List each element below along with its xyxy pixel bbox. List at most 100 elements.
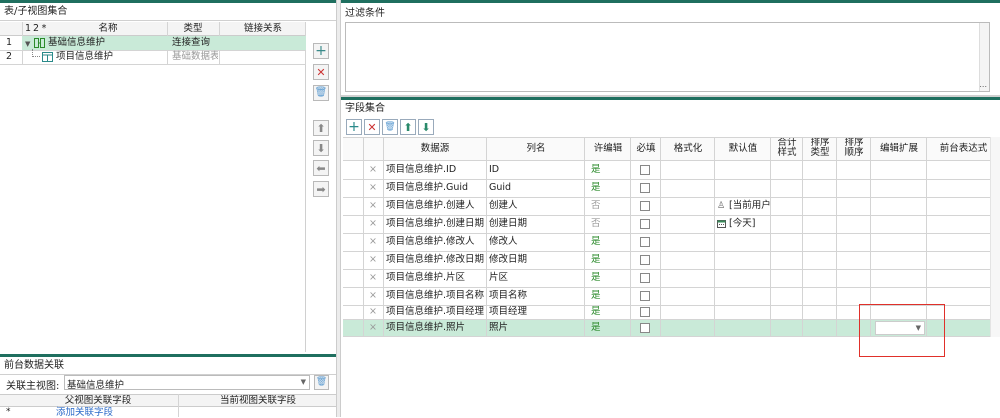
cell-editable[interactable]: 否 <box>591 197 601 215</box>
cell-default[interactable]: [今天] <box>729 215 770 233</box>
move-left-button[interactable]: ⬅ <box>313 160 329 176</box>
required-checkbox[interactable] <box>640 323 650 333</box>
required-checkbox[interactable] <box>640 237 650 247</box>
cell-editable[interactable]: 是 <box>591 161 601 179</box>
cell-column[interactable]: 片区 <box>489 269 583 287</box>
row-delete-icon[interactable]: × <box>369 161 377 179</box>
cell-source: 项目信息维护.Guid <box>386 182 469 193</box>
row-delete-icon[interactable]: × <box>369 319 377 337</box>
cell-editable[interactable]: 是 <box>591 251 601 269</box>
cell-column[interactable]: 修改日期 <box>489 251 583 269</box>
main-view-select[interactable]: 基础信息维护 ▼ <box>64 375 310 391</box>
tree-connector <box>32 49 40 57</box>
move-up-button[interactable]: ⬆ <box>313 120 329 136</box>
header-current-field[interactable]: 当前视图关联字段 <box>180 395 336 406</box>
header-idx1: 1 <box>24 23 32 34</box>
header-edit-ext[interactable]: 编辑扩展 <box>871 142 927 156</box>
header-total-line2: 样式 <box>777 147 797 158</box>
header-column[interactable]: 列名 <box>487 142 585 156</box>
ellipsis-button[interactable]: ... <box>979 80 987 89</box>
table-row[interactable]: × 项目信息维护.Guid Guid 是 <box>343 179 1000 197</box>
filter-panel-accent <box>341 0 1000 3</box>
table-row[interactable]: × 项目信息维护.创建人 创建人 否 ♙ [当前用户 <box>343 197 1000 215</box>
table-row[interactable]: × 项目信息维护.修改日期 修改日期 是 <box>343 251 1000 269</box>
chevron-down-icon: ▼ <box>300 378 306 386</box>
table-row[interactable]: × 项目信息维护.片区 片区 是 <box>343 269 1000 287</box>
cell-editable[interactable]: 是 <box>591 269 601 287</box>
required-checkbox[interactable] <box>640 165 650 175</box>
header-sort-order-line2: 顺序 <box>844 147 864 158</box>
move-right-button[interactable]: ➡ <box>313 181 329 197</box>
row-delete-icon[interactable]: × <box>369 179 377 197</box>
add-field-button[interactable]: + <box>346 119 362 135</box>
cell-source: 项目信息维护.ID <box>386 164 457 175</box>
field-up-arrow-icon[interactable]: ⬆ <box>400 119 416 135</box>
left-panel-title: 表/子视图集合 <box>0 3 336 21</box>
clear-fields-trash-icon[interactable]: 🗑 <box>382 119 398 135</box>
cell-column[interactable]: 创建人 <box>489 197 583 215</box>
new-row-star: * <box>6 407 11 417</box>
required-checkbox[interactable] <box>640 273 650 283</box>
view-table: 1 2 * 名称 类型 链接关系 1 ▼ 基础信息维护 连接查询 2 项目信息维… <box>0 22 306 352</box>
header-link[interactable]: 链接关系 <box>220 22 306 36</box>
cell-column[interactable]: 创建日期 <box>489 215 583 233</box>
header-editable[interactable]: 许编辑 <box>585 142 631 156</box>
filter-textarea[interactable]: ... <box>345 22 990 92</box>
cell-editable[interactable]: 是 <box>591 233 601 251</box>
required-checkbox[interactable] <box>640 291 650 301</box>
required-checkbox[interactable] <box>640 307 650 317</box>
main-view-value: 基础信息维护 <box>67 380 125 391</box>
delete-field-button[interactable]: ✕ <box>364 119 380 135</box>
fields-scrollbar[interactable] <box>990 137 1000 337</box>
header-idx2: 2 <box>32 23 40 34</box>
cell-editable[interactable]: 是 <box>591 179 601 197</box>
header-format[interactable]: 格式化 <box>661 142 715 156</box>
delete-button[interactable]: ✕ <box>313 64 329 80</box>
row-delete-icon[interactable]: × <box>369 233 377 251</box>
required-checkbox[interactable] <box>640 201 650 211</box>
trash-icon[interactable]: 🗑 <box>313 85 329 101</box>
required-checkbox[interactable] <box>640 255 650 265</box>
required-checkbox[interactable] <box>640 219 650 229</box>
cell-column[interactable]: 照片 <box>489 319 583 337</box>
row-delete-icon[interactable]: × <box>369 269 377 287</box>
table-row[interactable]: × 项目信息维护.创建日期 创建日期 否 [今天] <box>343 215 1000 233</box>
main-view-label: 关联主视图: <box>6 381 60 392</box>
cell-source: 项目信息维护.创建人 <box>386 200 475 211</box>
header-required[interactable]: 必填 <box>631 142 661 156</box>
cell-source: 项目信息维护.创建日期 <box>386 218 485 229</box>
header-sort-type[interactable]: 排序 类型 <box>803 138 837 158</box>
expand-arrow-icon[interactable]: ▼ <box>25 40 30 48</box>
table-row[interactable]: × 项目信息维护.修改人 修改人 是 <box>343 233 1000 251</box>
cell-column[interactable]: 修改人 <box>489 233 583 251</box>
table-row[interactable]: 2 项目信息维护 基础数据表 <box>0 49 306 64</box>
cell-source: 项目信息维护.片区 <box>386 272 466 283</box>
header-source[interactable]: 数据源 <box>383 142 487 156</box>
filter-panel-title: 过滤条件 <box>341 5 1000 23</box>
move-down-button[interactable]: ⬇ <box>313 140 329 156</box>
cell-editable[interactable]: 是 <box>591 319 601 337</box>
header-default[interactable]: 默认值 <box>715 142 771 156</box>
highlight-box <box>859 304 945 357</box>
row-delete-icon[interactable]: × <box>369 197 377 215</box>
field-down-arrow-icon[interactable]: ⬇ <box>418 119 434 135</box>
header-parent-field[interactable]: 父视图关联字段 <box>20 395 176 406</box>
row-delete-icon[interactable]: × <box>369 251 377 269</box>
cell-source: 项目信息维护.修改日期 <box>386 254 485 265</box>
cell-default[interactable]: [当前用户 <box>729 197 770 215</box>
cell-source: 项目信息维护.修改人 <box>386 236 475 247</box>
row-delete-icon[interactable]: × <box>369 215 377 233</box>
vertical-splitter[interactable] <box>336 0 341 417</box>
header-star: * <box>41 23 47 34</box>
required-checkbox[interactable] <box>640 183 650 193</box>
user-icon: ♙ <box>717 201 726 211</box>
add-button[interactable]: + <box>313 43 329 59</box>
fields-panel-title: 字段集合 <box>341 100 1000 118</box>
cell-column[interactable]: ID <box>489 161 583 179</box>
header-sort-order[interactable]: 排序 顺序 <box>837 138 871 158</box>
cell-column[interactable]: Guid <box>489 179 583 197</box>
relation-trash-icon[interactable]: 🗑 <box>314 375 329 390</box>
header-total[interactable]: 合计 样式 <box>771 138 803 158</box>
table-row[interactable]: × 项目信息维护.ID ID 是 <box>343 161 1000 179</box>
cell-editable[interactable]: 否 <box>591 215 601 233</box>
